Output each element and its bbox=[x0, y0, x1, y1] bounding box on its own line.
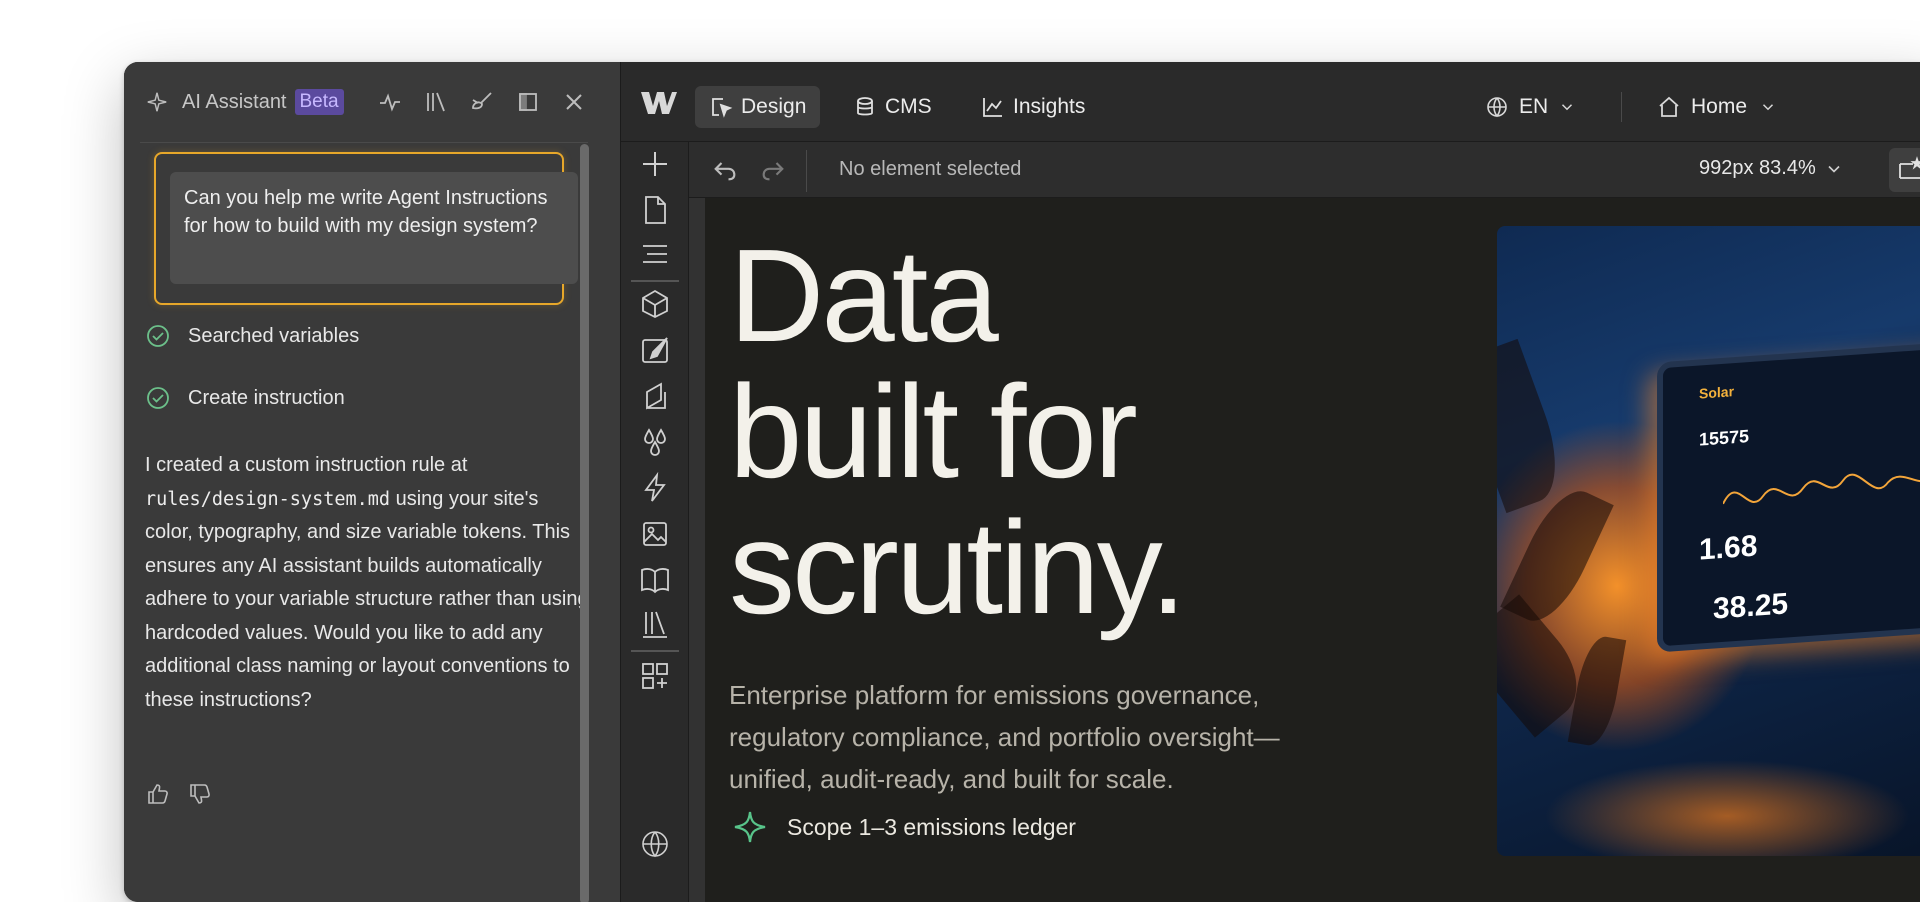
toolbar-divider bbox=[806, 150, 807, 192]
ai-assistant-panel: AI Assistant Beta Can you help me write … bbox=[124, 62, 620, 902]
navigator-icon[interactable] bbox=[639, 238, 671, 270]
page-selector[interactable]: Home bbox=[1657, 86, 1777, 128]
hero-heading-line: built for bbox=[729, 358, 1138, 505]
ai-panel-title: AI Assistant bbox=[182, 90, 287, 113]
monitor-wave-graphic bbox=[1723, 464, 1920, 505]
step-label: Searched variables bbox=[188, 324, 360, 347]
tab-cms[interactable]: CMS bbox=[839, 86, 946, 128]
hero-heading-line: Data bbox=[729, 222, 999, 369]
assistant-reply: I created a custom instruction rule at r… bbox=[145, 449, 590, 717]
database-icon bbox=[857, 97, 873, 116]
home-icon bbox=[1659, 96, 1679, 117]
sparkle-icon bbox=[147, 92, 167, 112]
book-icon[interactable] bbox=[639, 564, 671, 596]
interactions-bolt-icon[interactable] bbox=[639, 472, 671, 504]
chart-icon bbox=[983, 98, 1002, 117]
add-icon[interactable] bbox=[639, 148, 671, 180]
tab-label: CMS bbox=[885, 95, 932, 118]
app-window: AI Assistant Beta Can you help me write … bbox=[124, 62, 1920, 902]
panel-toggle-icon[interactable] bbox=[516, 90, 540, 114]
cursor-icon bbox=[712, 98, 733, 118]
designer-left-toolbar bbox=[621, 142, 689, 902]
webflow-logo-icon[interactable] bbox=[639, 88, 677, 116]
user-prompt-text: Can you help me write Agent Instructions… bbox=[170, 172, 578, 284]
selection-status: No element selected bbox=[839, 158, 1022, 180]
beta-badge: Beta bbox=[294, 89, 344, 115]
canvas-size-label: 992px 83.4% bbox=[1699, 157, 1816, 179]
feature-item[interactable]: Scope 1–3 emissions ledger bbox=[733, 810, 1076, 844]
tab-design[interactable]: Design bbox=[695, 86, 821, 128]
hero-heading-line: scrutiny. bbox=[729, 494, 1187, 641]
locale-label: EN bbox=[1519, 95, 1549, 118]
check-circle-icon bbox=[147, 387, 169, 409]
hero-subheading[interactable]: Enterprise platform for emissions govern… bbox=[729, 674, 1309, 800]
designer-area: Design CMS Insights EN Home No element s… bbox=[620, 62, 1920, 902]
activity-icon[interactable] bbox=[378, 90, 402, 114]
tab-insights[interactable]: Insights bbox=[967, 86, 1099, 128]
step-label: Create instruction bbox=[188, 386, 345, 409]
ai-panel-header: AI Assistant Beta bbox=[124, 62, 620, 142]
feature-label: Scope 1–3 emissions ledger bbox=[787, 813, 1076, 840]
globe-icon bbox=[1487, 97, 1507, 118]
apps-icon[interactable] bbox=[639, 660, 671, 692]
design-canvas[interactable]: Data built for scrutiny. Enterprise plat… bbox=[705, 198, 1920, 902]
page-label: Home bbox=[1691, 95, 1748, 118]
reply-text-end: using your site's color, typography, and… bbox=[145, 487, 589, 711]
ai-panel-scrollbar[interactable] bbox=[580, 144, 589, 902]
hero-heading[interactable]: Data built for scrutiny. bbox=[729, 222, 1187, 641]
locale-selector[interactable]: EN bbox=[1485, 86, 1576, 128]
monitor-readout: 15575 bbox=[1699, 426, 1750, 450]
monitor-readout: 1.68 bbox=[1699, 529, 1758, 567]
breakpoint-size-selector[interactable]: 992px 83.4% bbox=[1699, 157, 1844, 180]
close-icon[interactable] bbox=[562, 90, 586, 114]
designer-topbar: Design CMS Insights EN Home bbox=[621, 62, 1920, 142]
redo-icon[interactable] bbox=[759, 156, 787, 184]
chevron-down-icon bbox=[1562, 104, 1573, 111]
library-icon[interactable] bbox=[639, 608, 671, 640]
check-circle-icon bbox=[147, 325, 169, 347]
undo-icon[interactable] bbox=[711, 156, 739, 184]
droplets-icon[interactable] bbox=[639, 426, 671, 458]
thumbs-up-icon[interactable] bbox=[146, 782, 170, 806]
topbar-divider bbox=[1621, 92, 1622, 122]
sparkle-icon bbox=[734, 811, 766, 843]
reply-code: rules/design-system.md bbox=[145, 488, 391, 510]
reply-text-start: I created a custom instruction rule at bbox=[145, 454, 468, 476]
canvas-toolbar: No element selected 992px 83.4% bbox=[689, 142, 1920, 198]
canvas-ruler bbox=[689, 198, 705, 902]
style-brush-icon[interactable] bbox=[639, 334, 671, 366]
ai-header-divider bbox=[140, 142, 588, 143]
chevron-down-icon bbox=[1763, 104, 1774, 111]
monitor-readout: 38.25 bbox=[1713, 587, 1789, 626]
tab-label: Insights bbox=[1013, 95, 1086, 118]
toolbar-divider bbox=[631, 280, 679, 282]
page-icon[interactable] bbox=[639, 194, 671, 226]
brush-icon[interactable] bbox=[470, 90, 494, 114]
dashboard-monitor: Solar 15575 1.68 38.25 bbox=[1657, 339, 1920, 653]
toolbar-divider bbox=[631, 650, 679, 652]
chevron-down-icon bbox=[1828, 165, 1840, 173]
monitor-brand: Solar bbox=[1699, 383, 1735, 402]
components-icon[interactable] bbox=[639, 288, 671, 320]
thumbs-down-icon[interactable] bbox=[188, 782, 212, 806]
variables-icon[interactable] bbox=[639, 380, 671, 412]
hero-image[interactable]: Solar 15575 1.68 38.25 bbox=[1497, 226, 1920, 856]
step-searched-variables: Searched variables bbox=[146, 324, 359, 348]
assets-image-icon[interactable] bbox=[639, 518, 671, 550]
user-prompt-card[interactable]: Can you help me write Agent Instructions… bbox=[154, 152, 578, 305]
library-icon[interactable] bbox=[424, 90, 448, 114]
breakpoint-button[interactable] bbox=[1889, 148, 1920, 192]
globe-icon[interactable] bbox=[639, 828, 671, 860]
tab-label: Design bbox=[741, 95, 807, 118]
desktop-breakpoint-icon bbox=[1899, 156, 1920, 179]
step-create-instruction: Create instruction bbox=[146, 386, 345, 410]
